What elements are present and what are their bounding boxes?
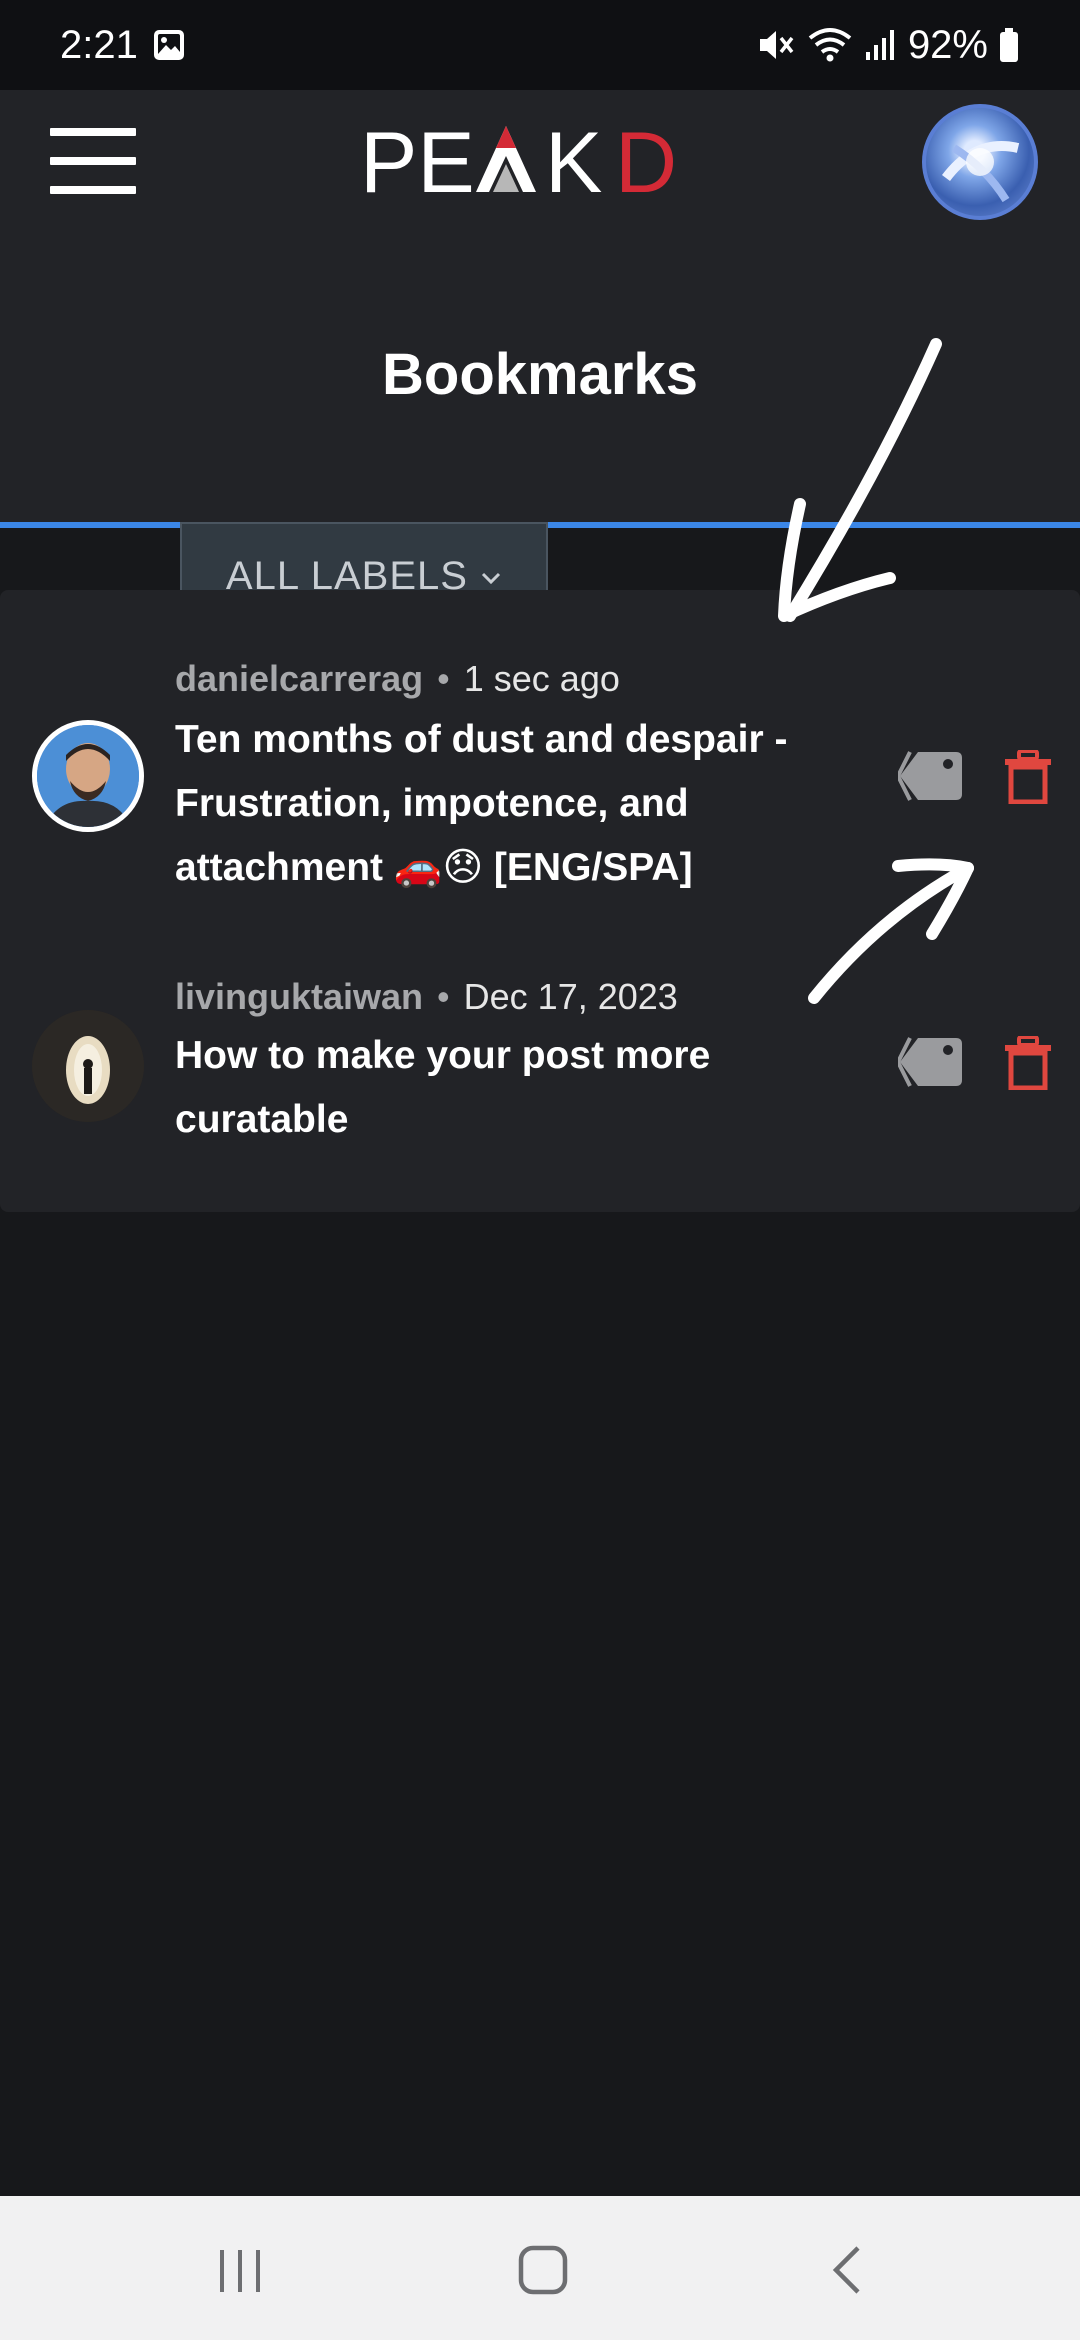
clock: 2:21 [60, 22, 138, 67]
trash-icon[interactable] [1004, 1036, 1052, 1090]
battery-percent: 92% [907, 22, 988, 67]
author-name[interactable]: danielcarrerag [175, 658, 423, 699]
labels-filter-dropdown[interactable]: ALL LABELS [180, 522, 548, 592]
post-time: 1 sec ago [463, 658, 620, 699]
hamburger-menu-icon[interactable] [50, 128, 136, 194]
chevron-down-icon [482, 573, 501, 585]
app-header: PE K D [0, 90, 1080, 236]
user-avatar[interactable] [922, 104, 1038, 220]
page-title: Bookmarks [382, 342, 698, 407]
post-title[interactable]: How to make your post more curatable [175, 1024, 825, 1152]
svg-text:PE: PE [360, 115, 475, 211]
status-left: 2:21 [60, 23, 186, 68]
system-nav-bar [0, 2196, 1080, 2340]
tag-icon[interactable] [898, 750, 964, 802]
bookmark-list: danielcarrerag • 1 sec ago Ten months of d… [0, 590, 1080, 1212]
wifi-icon [808, 28, 852, 62]
back-icon[interactable] [748, 2196, 948, 2340]
signal-icon [865, 30, 894, 60]
title-band: Bookmarks [0, 236, 1080, 526]
gallery-notification-icon [153, 30, 184, 60]
post-time: Dec 17, 2023 [463, 976, 678, 1017]
peakd-logo[interactable]: PE K D [360, 112, 710, 212]
author-avatar[interactable] [32, 720, 144, 832]
labels-filter-label: ALL LABELS [225, 554, 468, 592]
post-title[interactable]: Ten months of dust and despair - Frustra… [175, 708, 825, 900]
svg-text:D: D [615, 115, 677, 211]
tag-icon[interactable] [898, 1036, 964, 1088]
status-bar: 2:21 92% [0, 0, 1080, 90]
home-icon[interactable] [443, 2196, 643, 2340]
author-name[interactable]: livinguktaiwan [175, 976, 423, 1017]
list-item[interactable]: livinguktaiwan • Dec 17, 2023 How to make … [0, 920, 1080, 1212]
status-right: 92% [756, 23, 1020, 68]
author-avatar[interactable] [32, 1010, 144, 1122]
mute-icon [759, 31, 794, 59]
svg-text:K: K [545, 115, 602, 211]
list-item[interactable]: danielcarrerag • 1 sec ago Ten months of d… [0, 590, 1080, 920]
recent-apps-icon[interactable] [140, 2196, 340, 2340]
battery-icon [1000, 28, 1018, 62]
trash-icon[interactable] [1004, 750, 1052, 804]
